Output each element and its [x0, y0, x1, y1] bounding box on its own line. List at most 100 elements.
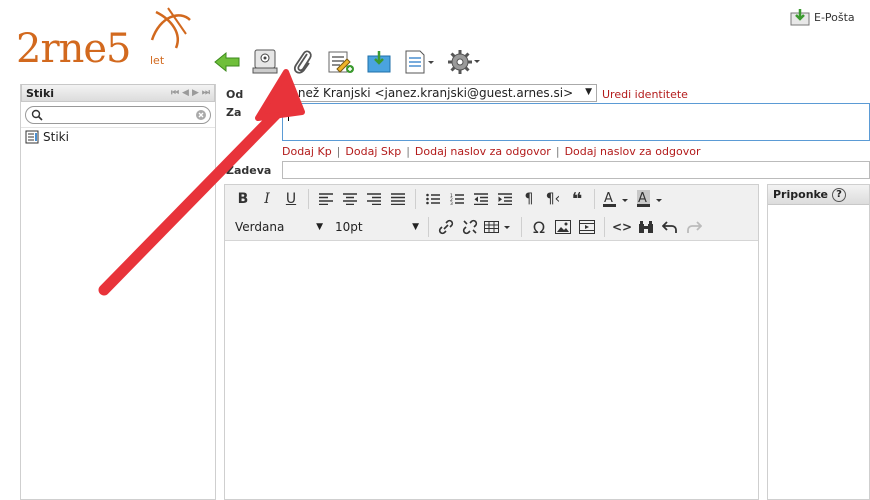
ltr-direction-button[interactable]: ¶ [517, 187, 541, 211]
link-separator: | [336, 145, 341, 158]
save-to-folder-button[interactable] [360, 45, 398, 79]
subject-label: Zadeva [226, 164, 272, 177]
add-bcc-link[interactable]: Dodaj Skp [345, 145, 401, 158]
address-links: Dodaj Kp | Dodaj Skp | Dodaj naslov za o… [282, 145, 700, 158]
clear-search-icon[interactable] [195, 109, 207, 121]
help-icon[interactable]: ? [832, 187, 846, 202]
indent-button[interactable] [493, 187, 517, 211]
bold-button[interactable]: B [231, 187, 255, 211]
justify-button[interactable] [386, 187, 410, 211]
background-color-button[interactable]: A [634, 187, 668, 211]
insert-image-button[interactable] [551, 215, 575, 239]
link-icon [438, 219, 454, 235]
scanner-icon [252, 49, 278, 74]
blockquote-button[interactable]: ❝ [565, 187, 589, 211]
prev-page-icon[interactable]: ◀ [182, 88, 189, 98]
underline-button[interactable]: U [279, 187, 303, 211]
add-followup-to-link[interactable]: Dodaj naslov za odgovor [565, 145, 701, 158]
media-icon [579, 220, 595, 234]
eposta-link[interactable]: E-Pošta [790, 6, 855, 28]
outdent-button[interactable] [469, 187, 493, 211]
insert-table-button[interactable] [482, 215, 516, 239]
image-icon [555, 220, 571, 234]
insert-link-button[interactable] [434, 215, 458, 239]
edit-identities-link[interactable]: Uredi identitete [602, 88, 688, 101]
font-size-select[interactable]: 10pt ▼ [331, 215, 423, 239]
logo-subtext: let [150, 54, 165, 67]
back-icon [214, 51, 240, 73]
insert-media-button[interactable] [575, 215, 599, 239]
contacts-search-box [25, 106, 211, 124]
align-center-icon [343, 193, 357, 205]
undo-button[interactable] [658, 215, 682, 239]
editor-toolbar: B I U 123 ¶ ¶‹ ❝ A A Verdana ▼ 10pt ▼ Ω … [225, 185, 758, 241]
from-identity-select[interactable]: Janež Kranjski <janez.kranjski@guest.arn… [282, 84, 597, 102]
inbox-download-icon [790, 9, 810, 26]
align-right-button[interactable] [362, 187, 386, 211]
eposta-label: E-Pošta [814, 10, 855, 24]
align-left-button[interactable] [314, 187, 338, 211]
rtl-direction-button[interactable]: ¶‹ [541, 187, 565, 211]
attachment-icon [293, 50, 312, 74]
source-code-button[interactable]: <> [610, 215, 634, 239]
signature-button[interactable] [322, 45, 360, 79]
document-options-button[interactable] [398, 45, 442, 79]
message-editor: B I U 123 ¶ ¶‹ ❝ A A Verdana ▼ 10pt ▼ Ω … [224, 184, 759, 500]
add-reply-to-link[interactable]: Dodaj naslov za odgovor [415, 145, 551, 158]
font-family-select[interactable]: Verdana ▼ [231, 215, 327, 239]
justify-icon [391, 193, 405, 205]
toolbar-separator [521, 217, 522, 237]
contacts-pager: ⏮ ◀ ▶ ⏭ [171, 88, 210, 98]
binoculars-icon [639, 221, 653, 233]
attachments-pane: Priponke ? [767, 184, 870, 500]
text-color-button[interactable]: A [600, 187, 634, 211]
to-label: Za [226, 106, 242, 119]
attach-file-button[interactable] [284, 45, 322, 79]
contacts-pane-header: Stiki ⏮ ◀ ▶ ⏭ [21, 84, 215, 102]
numbered-list-button[interactable]: 123 [445, 187, 469, 211]
text-caret [288, 107, 289, 121]
editor-body[interactable] [225, 241, 758, 499]
align-center-button[interactable] [338, 187, 362, 211]
first-page-icon[interactable]: ⏮ [171, 88, 179, 98]
editor-toolbar-row-2: Verdana ▼ 10pt ▼ Ω <> [225, 213, 758, 241]
outdent-icon [474, 193, 488, 205]
bullet-list-button[interactable] [421, 187, 445, 211]
from-label: Od [226, 88, 244, 101]
next-page-icon[interactable]: ▶ [192, 88, 199, 98]
align-right-icon [367, 193, 381, 205]
subject-input[interactable] [282, 161, 870, 179]
settings-button[interactable] [442, 45, 486, 79]
unlink-icon [462, 219, 478, 235]
attachments-header: Priponke ? [768, 185, 869, 205]
logo-swoosh-icon [150, 7, 191, 49]
save-to-folder-icon [367, 51, 391, 73]
last-page-icon[interactable]: ⏭ [202, 88, 210, 98]
back-button[interactable] [208, 45, 246, 79]
add-cc-link[interactable]: Dodaj Kp [282, 145, 332, 158]
document-options-icon [405, 50, 434, 74]
toolbar-separator [308, 189, 309, 209]
redo-icon [687, 221, 702, 233]
remove-link-button[interactable] [458, 215, 482, 239]
attachments-title: Priponke [773, 188, 828, 201]
link-separator: | [406, 145, 410, 158]
contacts-list-item[interactable]: Stiki [21, 128, 215, 146]
svg-text:A: A [604, 191, 613, 206]
find-replace-button[interactable] [634, 215, 658, 239]
toolbar-separator [604, 217, 605, 237]
undo-icon [662, 221, 677, 233]
contacts-search-input[interactable] [44, 107, 194, 123]
font-family-value: Verdana [235, 220, 285, 234]
redo-button[interactable] [682, 215, 706, 239]
special-char-button[interactable]: Ω [527, 215, 551, 239]
numbered-list-icon: 123 [450, 193, 464, 205]
scan-button[interactable] [246, 45, 284, 79]
text-color-icon: A [603, 191, 628, 207]
italic-button[interactable]: I [255, 187, 279, 211]
font-size-value: 10pt [335, 220, 363, 234]
to-field[interactable] [282, 103, 870, 141]
chevron-down-icon: ▼ [585, 87, 592, 97]
chevron-down-icon: ▼ [316, 222, 323, 232]
svg-text:A: A [638, 191, 647, 206]
